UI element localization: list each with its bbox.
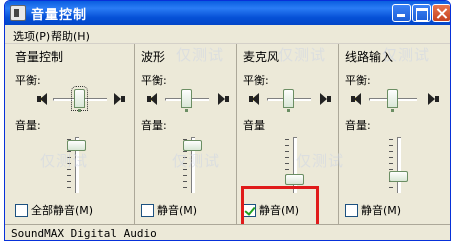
right-speaker-icon [217, 93, 229, 105]
volume-label: 音量: [141, 119, 167, 132]
menu-options[interactable]: 选项(P) [13, 28, 50, 44]
panel-title: 音量控制 [15, 50, 64, 64]
left-speaker-icon [249, 93, 261, 105]
menu-bar: 选项(P) 帮助(H) [5, 25, 450, 44]
menu-help[interactable]: 帮助(H) [51, 28, 90, 44]
mute-all-checkbox[interactable]: 全部静音(M) [15, 202, 93, 218]
close-button[interactable] [432, 4, 450, 22]
panel-wave: 波形 平衡: 音量: 静音(M) [135, 44, 237, 224]
right-speaker-icon [427, 93, 439, 105]
volume-label: 音量: [15, 119, 41, 132]
mute-checkbox-box[interactable] [141, 203, 154, 217]
window-title: 音量控制 [31, 8, 88, 23]
panel-line-in: 线路输入 平衡: 音量: 静音(M) [339, 44, 448, 224]
mute-label: 静音(M) [157, 204, 198, 217]
device-name: SoundMAX Digital Audio [11, 227, 157, 240]
maximize-button[interactable] [412, 4, 431, 22]
left-speaker-icon [147, 93, 159, 105]
volume-ticks [389, 139, 393, 193]
balance-slider-thumb[interactable] [181, 89, 192, 112]
mute-checkbox-box[interactable] [15, 203, 28, 217]
balance-label: 平衡: [15, 74, 41, 87]
mute-label: 全部静音(M) [31, 204, 94, 217]
mute-label: 静音(M) [361, 204, 402, 217]
balance-label: 平衡: [345, 74, 371, 87]
panel-volume-control: 音量控制 平衡: 音量: 全部静音(M) [9, 44, 135, 224]
mixer-panels: 音量控制 平衡: 音量: 全部静音(M) 波形 平衡: 音量: 静音(M) 麦克… [9, 44, 448, 224]
minimize-icon [393, 5, 410, 21]
mute-checkbox[interactable]: 静音(M) [141, 202, 197, 218]
panel-title: 线路输入 [345, 50, 394, 64]
mute-highlight-box [241, 186, 319, 227]
panel-title: 波形 [141, 50, 166, 64]
minimize-button[interactable] [392, 4, 411, 22]
mute-checkbox-box[interactable] [345, 203, 358, 217]
maximize-icon [413, 5, 430, 21]
volume-label: 音量: [345, 119, 371, 132]
panel-title: 麦克风 [243, 50, 280, 64]
balance-slider-thumb[interactable] [283, 89, 294, 112]
volume-control-window: 音量控制 选项(P) 帮助(H) 音量控制 平衡: 音量: 全部静音(M) 波形… [4, 0, 451, 241]
status-bar: SoundMAX Digital Audio [5, 224, 450, 240]
right-speaker-icon [113, 93, 125, 105]
balance-label: 平衡: [243, 74, 269, 87]
volume-label: 音量 [243, 119, 265, 132]
left-speaker-icon [37, 93, 49, 105]
balance-slider-thumb[interactable] [71, 86, 88, 112]
title-bar[interactable]: 音量控制 [5, 1, 450, 25]
balance-slider-thumb[interactable] [387, 89, 398, 112]
volume-slider-thumb[interactable] [389, 171, 408, 183]
balance-label: 平衡: [141, 74, 167, 87]
close-icon [433, 5, 450, 21]
volume-slider-thumb[interactable] [183, 140, 202, 152]
mute-checkbox[interactable]: 静音(M) [345, 202, 401, 218]
right-speaker-icon [319, 93, 331, 105]
volume-slider-thumb[interactable] [285, 174, 304, 185]
volume-slider-thumb[interactable] [67, 140, 86, 152]
speaker-app-icon [10, 5, 26, 21]
left-speaker-icon [351, 93, 363, 105]
volume-slider-track[interactable] [397, 137, 401, 193]
